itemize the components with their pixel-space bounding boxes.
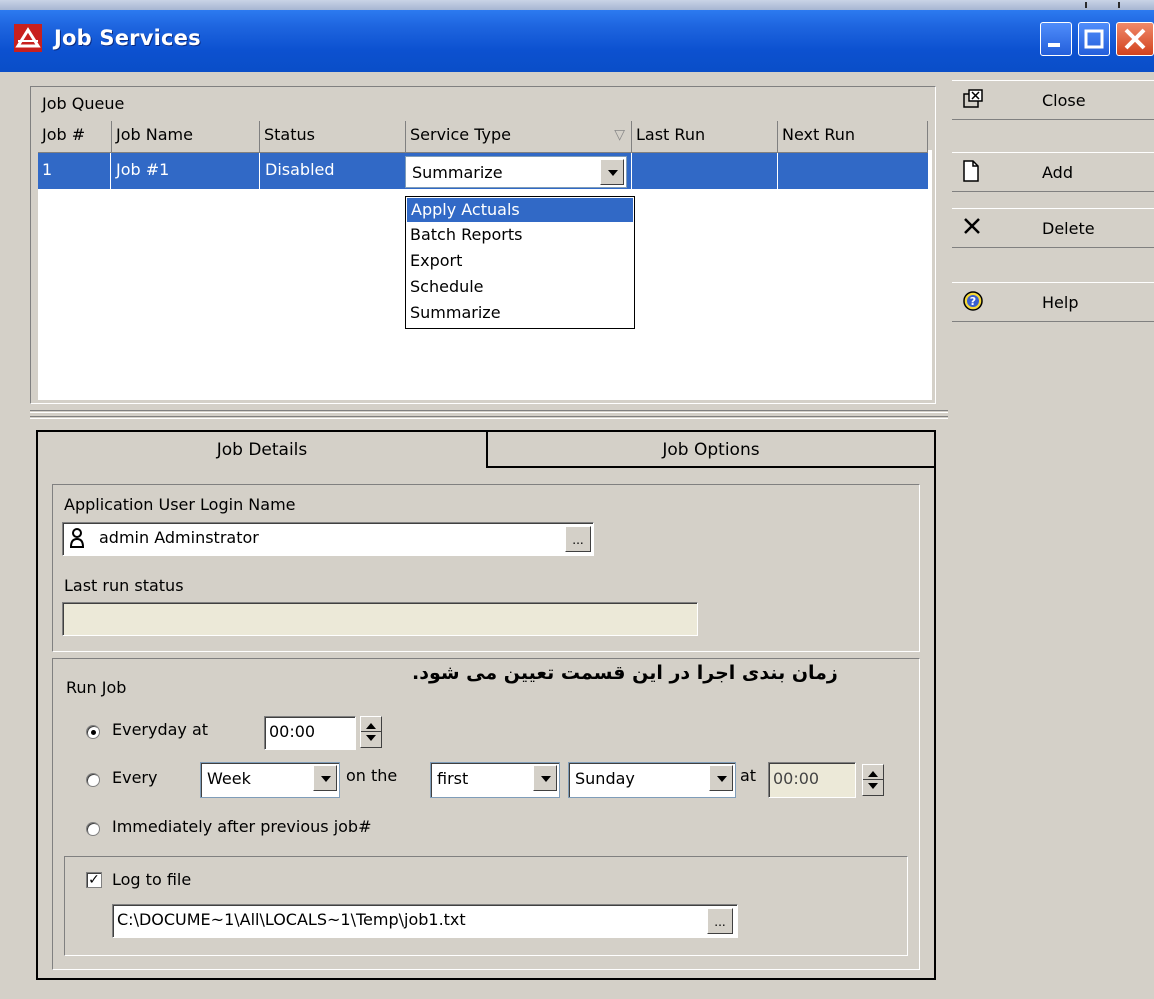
everyday-time-value: 00:00 <box>269 722 316 741</box>
login-name-field[interactable]: admin Adminstrator ... <box>62 522 594 556</box>
close-button[interactable]: Close <box>952 80 1154 120</box>
cell-divider <box>777 153 778 189</box>
delete-button[interactable]: Delete <box>952 208 1154 248</box>
on-the-label: on the <box>346 766 398 785</box>
user-icon <box>69 527 85 553</box>
immediately-label: Immediately after previous job# <box>112 817 372 836</box>
ordinal-select[interactable]: first <box>430 762 560 798</box>
run-job-title: Run Job <box>66 678 127 697</box>
every-label: Every <box>112 768 158 787</box>
service-type-combobox[interactable]: Summarize <box>405 156 627 188</box>
dropdown-arrow-icon[interactable] <box>709 765 733 791</box>
column-header-job-name[interactable]: Job Name <box>112 121 260 153</box>
help-icon: ? <box>962 290 984 314</box>
spin-divider <box>361 731 381 732</box>
period-value: Week <box>207 769 251 788</box>
splitter[interactable] <box>30 410 948 413</box>
period-select[interactable]: Week <box>200 762 340 798</box>
tab-job-options[interactable]: Job Options <box>488 432 934 468</box>
spin-up-icon <box>868 771 878 777</box>
spin-down-icon <box>366 735 376 741</box>
service-type-value: Summarize <box>412 163 503 182</box>
browse-user-button[interactable]: ... <box>565 526 591 552</box>
help-button[interactable]: ? Help <box>952 282 1154 322</box>
option-apply-actuals[interactable]: Apply Actuals <box>407 198 633 222</box>
last-run-status-label: Last run status <box>64 576 184 595</box>
column-header-service-type-label: Service Type <box>410 125 511 144</box>
cell-divider <box>110 153 111 189</box>
login-name-label: Application User Login Name <box>64 495 296 514</box>
column-header-status[interactable]: Status <box>260 121 406 153</box>
column-header-job-no[interactable]: Job # <box>38 121 112 153</box>
svg-text:?: ? <box>970 295 976 308</box>
delete-button-label: Delete <box>1042 219 1095 238</box>
log-path-value: C:\DOCUME~1\All\LOCALS~1\Temp\job1.txt <box>117 910 466 929</box>
dropdown-arrow-icon[interactable] <box>600 159 624 185</box>
option-batch-reports[interactable]: Batch Reports <box>410 225 522 244</box>
job-queue-title: Job Queue <box>42 94 125 113</box>
cell-status[interactable]: Disabled <box>265 160 335 179</box>
top-strip <box>0 0 1154 10</box>
weekday-value: Sunday <box>575 769 635 788</box>
dropdown-arrow-icon[interactable] <box>533 765 557 791</box>
spin-divider <box>863 779 883 780</box>
at-label: at <box>740 766 757 785</box>
everyday-time-spinner[interactable] <box>360 716 382 748</box>
option-export[interactable]: Export <box>410 251 462 270</box>
everyday-time-input[interactable]: 00:00 <box>264 716 356 750</box>
cell-job-name[interactable]: Job #1 <box>116 160 169 179</box>
last-run-status-field <box>62 602 698 636</box>
option-summarize[interactable]: Summarize <box>410 303 501 322</box>
option-schedule[interactable]: Schedule <box>410 277 484 296</box>
close-window-button[interactable] <box>1116 22 1154 56</box>
ordinal-value: first <box>437 769 469 788</box>
new-document-icon <box>962 160 984 184</box>
window-title: Job Services <box>54 26 201 50</box>
service-type-dropdown-list[interactable]: Apply Actuals Batch Reports Export Sched… <box>405 196 635 329</box>
help-button-label: Help <box>1042 293 1079 312</box>
log-to-file-label: Log to file <box>112 870 192 889</box>
delete-x-icon <box>962 216 984 240</box>
cell-job-no[interactable]: 1 <box>42 160 52 179</box>
cell-divider <box>259 153 260 189</box>
column-header-next-run[interactable]: Next Run <box>778 121 928 153</box>
splitter-edge <box>30 416 948 419</box>
every-time-input[interactable]: 00:00 <box>768 762 856 798</box>
spin-up-icon <box>366 723 376 729</box>
spin-down-icon <box>868 783 878 789</box>
radio-every[interactable] <box>86 773 100 787</box>
column-header-last-run[interactable]: Last Run <box>632 121 778 153</box>
tab-job-details[interactable]: Job Details <box>38 432 488 468</box>
radio-everyday[interactable] <box>86 725 100 739</box>
add-button[interactable]: Add <box>952 152 1154 192</box>
every-time-value: 00:00 <box>773 769 820 788</box>
maximize-button[interactable] <box>1078 22 1110 56</box>
tab-job-details-label: Job Details <box>216 440 308 460</box>
cell-divider <box>631 153 632 189</box>
app-icon <box>14 24 42 52</box>
annotation-text: زمان بندی اجرا در این قسمت تعیین می شود. <box>412 662 838 684</box>
filter-icon: ▽ <box>614 127 625 143</box>
everyday-label: Everyday at <box>112 720 209 739</box>
log-to-file-checkbox[interactable]: ✓ <box>86 872 102 888</box>
login-name-value: admin Adminstrator <box>99 528 259 547</box>
close-button-label: Close <box>1042 91 1086 110</box>
weekday-select[interactable]: Sunday <box>568 762 736 798</box>
log-path-field[interactable]: C:\DOCUME~1\All\LOCALS~1\Temp\job1.txt .… <box>112 904 738 938</box>
browse-log-button[interactable]: ... <box>707 908 733 934</box>
minimize-button[interactable] <box>1040 22 1072 56</box>
close-window-icon <box>962 88 984 112</box>
radio-immediately[interactable] <box>86 822 100 836</box>
dropdown-arrow-icon[interactable] <box>313 765 337 791</box>
every-time-spinner[interactable] <box>862 764 884 796</box>
add-button-label: Add <box>1042 163 1073 182</box>
column-header-service-type[interactable]: Service Type ▽ <box>406 121 632 153</box>
tab-job-options-label: Job Options <box>662 440 760 460</box>
